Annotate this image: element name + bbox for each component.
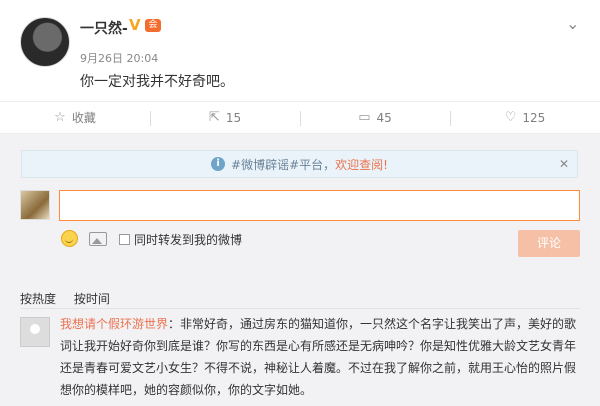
comment-icon: ▭ <box>358 110 371 125</box>
notice-link[interactable]: 欢迎查阅! <box>335 156 388 173</box>
comment-button[interactable]: ▭ 45 <box>300 102 450 133</box>
username[interactable]: 一只然- <box>80 18 128 38</box>
emoji-icon[interactable] <box>61 230 78 247</box>
favorite-label: 收藏 <box>71 111 96 125</box>
share-button[interactable]: ⇱ 15 <box>150 102 300 133</box>
forward-checkbox[interactable] <box>119 234 130 245</box>
divider <box>20 308 580 309</box>
current-user-avatar <box>20 190 50 220</box>
comment-item: 我想请个假环游世界：非常好奇，通过房东的猫知道你，一只然这个名字让我笑出了声，美… <box>60 313 580 401</box>
forward-label: 同时转发到我的微博 <box>134 233 243 247</box>
commenter-avatar[interactable] <box>20 317 50 347</box>
like-icon: ♡ <box>504 110 517 125</box>
chevron-down-icon[interactable]: ⌄ <box>566 14 579 33</box>
post-content: 你一定对我并不好奇吧。 <box>80 74 234 90</box>
post-time: 20:04 <box>126 52 159 65</box>
avatar[interactable] <box>20 17 70 67</box>
image-icon[interactable] <box>89 232 107 246</box>
comment-count: 45 <box>376 110 392 125</box>
weibo-post: 一只然- V 会 9月26日 20:04 你一定对我并不好奇吧。 ⌄ <box>0 0 600 101</box>
verified-icon: V <box>129 16 141 34</box>
star-icon: ☆ <box>54 110 66 125</box>
like-count: 125 <box>522 110 546 125</box>
like-button[interactable]: ♡ 125 <box>450 102 600 133</box>
comment-sort-tabs: 按热度 按时间 <box>20 290 110 307</box>
favorite-button[interactable]: ☆ 收藏 <box>0 102 150 133</box>
sort-by-hot[interactable]: 按热度 <box>20 292 56 306</box>
comment-author[interactable]: 我想请个假环游世界 <box>60 317 168 331</box>
share-count: 15 <box>225 110 242 125</box>
post-date: 9月26日 <box>80 52 123 65</box>
info-icon: i <box>211 157 226 171</box>
post-timestamp[interactable]: 9月26日 20:04 <box>80 50 158 66</box>
notice-tag[interactable]: #微博辟谣#平台， <box>231 156 335 173</box>
share-icon: ⇱ <box>208 110 220 125</box>
post-actions-bar: ☆ 收藏 ⇱ 15 ▭ 45 ♡ 125 <box>0 101 600 134</box>
comment-submit-button[interactable]: 评论 <box>518 230 580 257</box>
sort-by-time[interactable]: 按时间 <box>74 292 110 306</box>
close-icon[interactable]: ✕ <box>559 157 569 171</box>
comment-input[interactable] <box>59 190 580 221</box>
notice-banner: i #微博辟谣#平台， 欢迎查阅! ✕ <box>21 150 578 178</box>
member-icon: 会 <box>145 19 161 32</box>
